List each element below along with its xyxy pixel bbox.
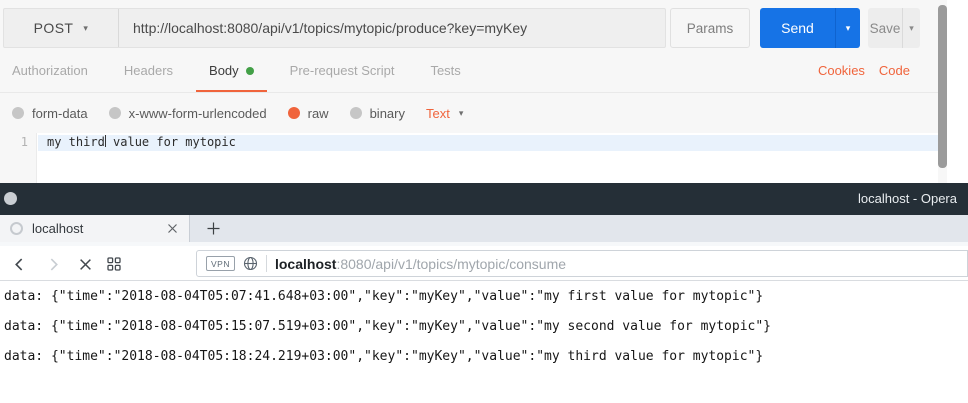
sse-data-line: data: {"time":"2018-08-04T05:18:24.219+0…: [4, 349, 763, 364]
menu-circle-icon[interactable]: [4, 192, 17, 205]
method-dropdown[interactable]: POST ▾: [4, 9, 119, 47]
chevron-left-icon: [13, 258, 26, 271]
new-tab-button[interactable]: [198, 215, 228, 242]
mode-label: binary: [370, 106, 405, 121]
mode-form-data[interactable]: form-data: [12, 106, 88, 121]
body-type-dropdown[interactable]: Text ▾: [426, 106, 463, 121]
browser-tab-title: localhost: [32, 221, 167, 236]
raw-body-editor[interactable]: 1 my third value for mytopic: [0, 133, 938, 183]
cookies-link[interactable]: Cookies: [818, 63, 865, 78]
forward-button[interactable]: [45, 256, 61, 272]
code-link[interactable]: Code: [879, 63, 910, 78]
request-bar: POST ▾ http://localhost:8080/api/v1/topi…: [3, 8, 666, 48]
tab-label: Authorization: [12, 63, 88, 78]
send-label[interactable]: Send: [760, 8, 835, 48]
method-label: POST: [34, 20, 74, 36]
speed-dial-button[interactable]: [106, 256, 122, 272]
back-button[interactable]: [11, 256, 27, 272]
mode-label: form-data: [32, 106, 88, 121]
stop-reload-button[interactable]: [77, 256, 93, 272]
opera-browser: localhost - Opera localhost: [0, 183, 968, 403]
opera-titlebar: localhost - Opera: [0, 183, 968, 215]
window-title: localhost - Opera: [858, 183, 957, 214]
vpn-badge[interactable]: VPN: [206, 256, 235, 271]
tab-headers[interactable]: Headers: [124, 63, 173, 78]
plus-icon: [207, 222, 220, 235]
radio-icon[interactable]: [350, 107, 362, 119]
tab-label: Body: [209, 63, 239, 78]
url-input[interactable]: http://localhost:8080/api/v1/topics/myto…: [119, 9, 665, 47]
tab-authorization[interactable]: Authorization: [12, 63, 88, 78]
address-host[interactable]: localhost: [275, 256, 336, 272]
mode-label: x-www-form-urlencoded: [129, 106, 267, 121]
text-after-cursor: value for mytopic: [106, 135, 236, 149]
chevron-down-icon: ▾: [83, 23, 88, 34]
mode-binary[interactable]: binary: [350, 106, 405, 121]
radio-selected-icon[interactable]: [288, 107, 300, 119]
scrollbar-thumb[interactable]: [938, 5, 947, 168]
editor-gutter: 1: [0, 133, 37, 183]
body-type-label: Text: [426, 106, 450, 121]
radio-icon[interactable]: [12, 107, 24, 119]
mode-x-www-form-urlencoded[interactable]: x-www-form-urlencoded: [109, 106, 267, 121]
save-label[interactable]: Save: [868, 8, 902, 48]
address-bar[interactable]: VPN localhost :8080/api/v1/topics/mytopi…: [196, 250, 968, 277]
mode-raw[interactable]: raw: [288, 106, 329, 121]
browser-toolbar: VPN localhost :8080/api/v1/topics/mytopi…: [0, 246, 968, 281]
params-button[interactable]: Params: [670, 8, 750, 48]
tab-links: Cookies Code: [818, 48, 910, 93]
tab-label: Tests: [430, 63, 460, 78]
sse-data-line: data: {"time":"2018-08-04T05:07:41.648+0…: [4, 289, 763, 304]
page-content: data: {"time":"2018-08-04T05:07:41.648+0…: [0, 281, 968, 403]
send-button[interactable]: Send ▾: [760, 8, 860, 48]
radio-icon[interactable]: [109, 107, 121, 119]
chevron-right-icon: [47, 258, 60, 271]
screen: POST ▾ http://localhost:8080/api/v1/topi…: [0, 0, 968, 403]
close-icon: [79, 258, 92, 271]
divider: [266, 255, 267, 272]
grid-icon: [107, 257, 121, 271]
globe-icon[interactable]: [243, 256, 258, 271]
request-tabs: Authorization Headers Body Pre-request S…: [0, 48, 938, 93]
text-before-cursor: my third: [47, 135, 105, 149]
tab-label: Pre-request Script: [290, 63, 395, 78]
tab-label: Headers: [124, 63, 173, 78]
save-options-chevron-down-icon[interactable]: ▾: [903, 8, 920, 48]
tab-body[interactable]: Body: [209, 63, 254, 78]
editor-text[interactable]: my third value for mytopic: [47, 135, 236, 151]
tab-pre-request-script[interactable]: Pre-request Script: [290, 63, 395, 78]
tab-close-icon[interactable]: [167, 223, 178, 234]
postman-app: POST ▾ http://localhost:8080/api/v1/topi…: [0, 0, 968, 183]
body-mode-row: form-data x-www-form-urlencoded raw bina…: [0, 93, 938, 133]
mode-label: raw: [308, 106, 329, 121]
scrollbar-track: [947, 0, 968, 183]
save-button[interactable]: Save ▾: [868, 8, 920, 48]
sse-data-line: data: {"time":"2018-08-04T05:15:07.519+0…: [4, 319, 771, 334]
send-options-chevron-down-icon[interactable]: ▾: [836, 8, 860, 48]
favicon-ring-icon: [10, 222, 23, 235]
browser-tabstrip: localhost: [0, 215, 968, 242]
chevron-down-icon: ▾: [459, 108, 464, 119]
address-path[interactable]: :8080/api/v1/topics/mytopic/consume: [336, 256, 566, 272]
body-content-green-dot-icon: [246, 67, 254, 75]
browser-tab-localhost[interactable]: localhost: [0, 215, 190, 242]
tab-tests[interactable]: Tests: [430, 63, 460, 78]
line-number: 1: [21, 135, 28, 149]
